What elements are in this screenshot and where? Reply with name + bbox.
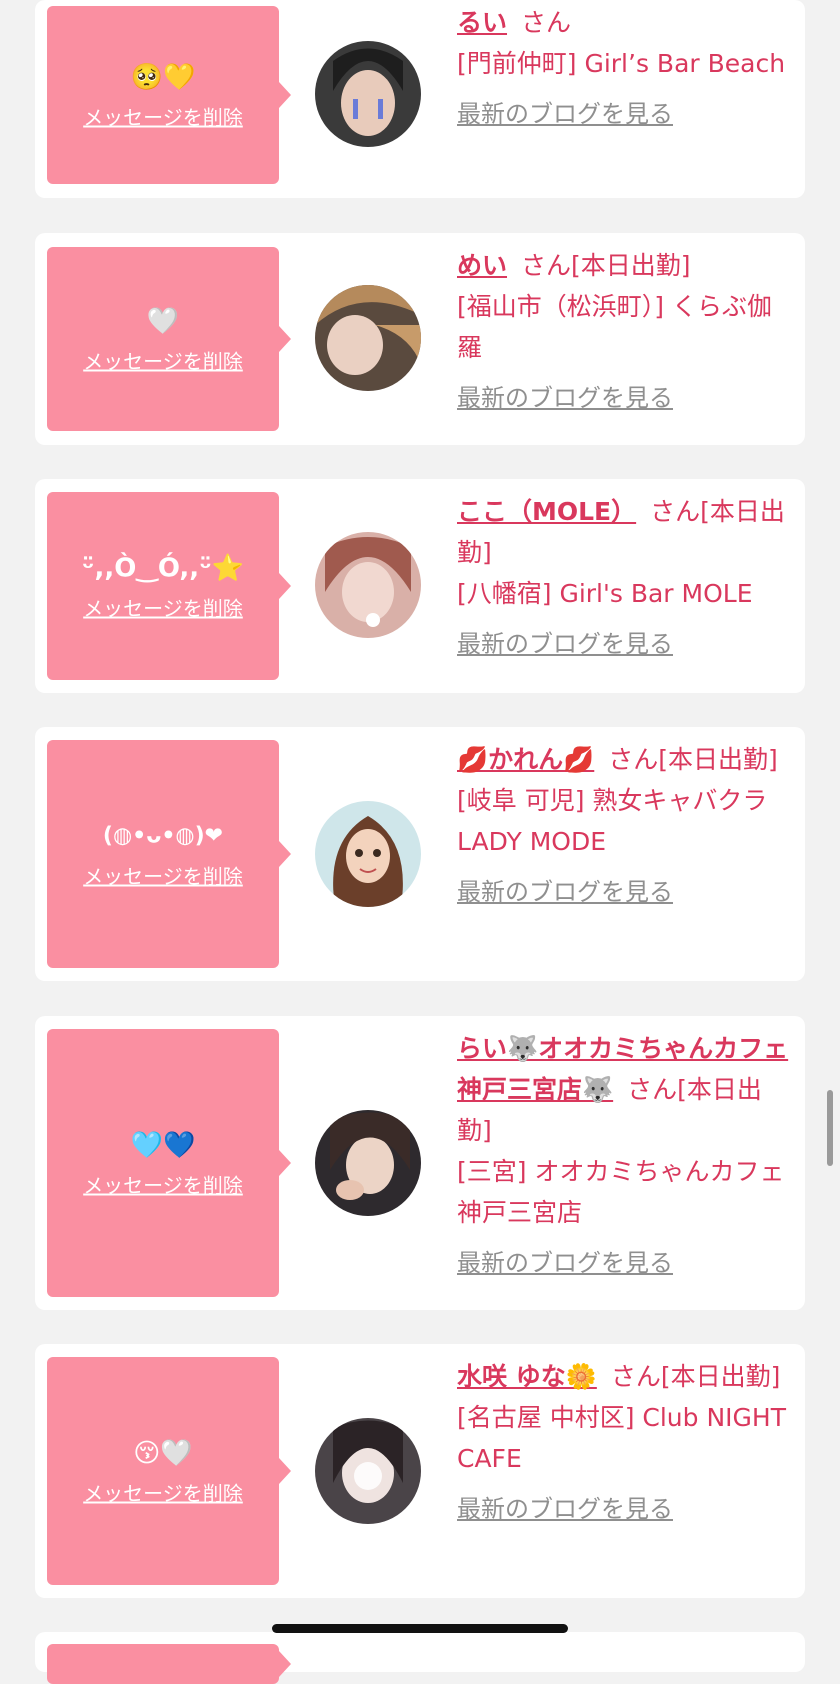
- delete-message-link[interactable]: メッセージを削除: [83, 1478, 243, 1507]
- avatar[interactable]: [315, 1418, 421, 1524]
- cast-name-link[interactable]: るい: [457, 8, 507, 37]
- cast-info: めい さん[本日出勤] [福山市（松浜町）] くらぶ伽羅 最新のブログを見る: [457, 245, 792, 419]
- message-text: (◍•ᴗ•◍)❤: [102, 823, 224, 849]
- message-bubble: 🥺💛 メッセージを削除: [47, 6, 291, 184]
- san-label: さん: [610, 1362, 661, 1391]
- shop-name: [八幡宿] Girl's Bar MOLE: [457, 579, 753, 608]
- san-label: さん: [521, 251, 572, 280]
- shop-name: [門前仲町] Girl’s Bar Beach: [457, 49, 786, 78]
- message-bubble: ᵕ̈,,Ò‿Ó,,ᵕ̈⭐ メッセージを削除: [47, 492, 291, 680]
- message-bubble: 🤍 メッセージを削除: [47, 247, 291, 431]
- blog-link[interactable]: 最新のブログを見る: [457, 624, 792, 665]
- avatar[interactable]: [315, 1110, 421, 1216]
- san-label: さん: [521, 8, 572, 37]
- message-card: 🩵💙 メッセージを削除 らい🐺オオカミちゃんカフェ神戸三宮店🐺 さん[本日出勤] …: [35, 1016, 805, 1310]
- delete-message-link[interactable]: メッセージを削除: [83, 102, 243, 131]
- blog-link[interactable]: 最新のブログを見る: [457, 378, 792, 419]
- message-card: [35, 1632, 805, 1684]
- blog-link[interactable]: 最新のブログを見る: [457, 1243, 792, 1284]
- message-bubble: 🩵💙 メッセージを削除: [47, 1029, 291, 1297]
- avatar[interactable]: [315, 285, 421, 391]
- message-text: 🤍: [146, 306, 180, 337]
- message-card: (◍•ᴗ•◍)❤ メッセージを削除 💋かれん💋 さん[本日出勤] [岐阜 可児] …: [35, 727, 805, 981]
- cast-info: らい🐺オオカミちゃんカフェ神戸三宮店🐺 さん[本日出勤] [三宮] オオカミちゃん…: [457, 1028, 792, 1284]
- san-label: さん: [608, 745, 659, 774]
- message-bubble: [47, 1644, 291, 1684]
- shop-name: [名古屋 中村区] Club NIGHT CAFE: [457, 1403, 786, 1473]
- delete-message-link[interactable]: メッセージを削除: [83, 593, 243, 622]
- cast-name-link[interactable]: めい: [457, 251, 507, 280]
- delete-message-link[interactable]: メッセージを削除: [83, 861, 243, 890]
- delete-message-link[interactable]: メッセージを削除: [83, 1170, 243, 1199]
- cast-info: ここ（MOLE） さん[本日出勤] [八幡宿] Girl's Bar MOLE 最…: [457, 491, 792, 665]
- message-bubble: (◍•ᴗ•◍)❤ メッセージを削除: [47, 740, 291, 968]
- cast-name-link[interactable]: 💋かれん💋: [457, 745, 594, 774]
- san-label: さん: [650, 497, 701, 526]
- blog-link[interactable]: 最新のブログを見る: [457, 1489, 792, 1530]
- message-text: 🩵💙: [130, 1130, 196, 1161]
- home-indicator[interactable]: [272, 1624, 568, 1633]
- message-card: ᵕ̈,,Ò‿Ó,,ᵕ̈⭐ メッセージを削除 ここ（MOLE） さん[本日出勤] […: [35, 479, 805, 693]
- message-bubble: 😚🤍 メッセージを削除: [47, 1357, 291, 1585]
- avatar[interactable]: [315, 801, 421, 907]
- cast-info: 水咲 ゆな🌼 さん[本日出勤] [名古屋 中村区] Club NIGHT CAFE…: [457, 1356, 792, 1530]
- cast-name-link[interactable]: 水咲 ゆな🌼: [457, 1362, 597, 1391]
- message-text: 🥺💛: [130, 62, 196, 93]
- message-card: 🤍 メッセージを削除 めい さん[本日出勤] [福山市（松浜町）] くらぶ伽羅 最…: [35, 233, 805, 445]
- shop-name: [福山市（松浜町）] くらぶ伽羅: [457, 292, 772, 362]
- avatar[interactable]: [315, 41, 421, 147]
- shop-name: [三宮] オオカミちゃんカフェ神戸三宮店: [457, 1157, 785, 1227]
- scrollbar[interactable]: [827, 1090, 833, 1166]
- blog-link[interactable]: 最新のブログを見る: [457, 872, 792, 913]
- status-label: [本日出勤]: [660, 1362, 781, 1391]
- message-text: 😚🤍: [133, 1438, 193, 1469]
- cast-name-link[interactable]: ここ（MOLE）: [457, 497, 636, 526]
- cast-info: るい さん [門前仲町] Girl’s Bar Beach 最新のブログを見る: [457, 2, 792, 135]
- delete-message-link[interactable]: メッセージを削除: [83, 346, 243, 375]
- cast-info: 💋かれん💋 さん[本日出勤] [岐阜 可児] 熟女キャバクラ LADY MODE …: [457, 739, 792, 913]
- status-label: [本日出勤]: [571, 251, 691, 280]
- blog-link[interactable]: 最新のブログを見る: [457, 94, 792, 135]
- message-card: 😚🤍 メッセージを削除 水咲 ゆな🌼 さん[本日出勤] [名古屋 中村区] Clu…: [35, 1344, 805, 1598]
- avatar[interactable]: [315, 532, 421, 638]
- san-label: さん: [627, 1075, 678, 1104]
- status-label: [本日出勤]: [658, 745, 778, 774]
- shop-name: [岐阜 可児] 熟女キャバクラ LADY MODE: [457, 786, 768, 856]
- message-card: 🥺💛 メッセージを削除 るい さん [門前仲町] Girl’s Bar Beach…: [35, 0, 805, 198]
- message-text: ᵕ̈,,Ò‿Ó,,ᵕ̈⭐: [81, 553, 245, 584]
